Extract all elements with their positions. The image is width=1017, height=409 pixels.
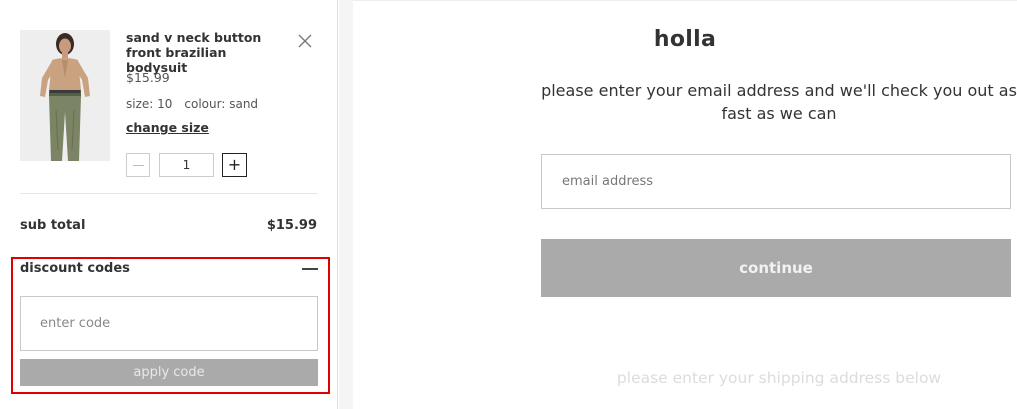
panel-gutter [339,0,353,409]
minus-icon [132,164,144,166]
highlight-box [11,257,330,394]
product-size: size: 10 [126,97,173,111]
divider [20,193,318,194]
product-colour: colour: sand [184,97,259,111]
product-photo-icon [20,30,110,161]
plus-icon: + [227,155,242,174]
change-size-link[interactable]: change size [126,120,209,135]
instructions-text: please enter your email address and we'l… [541,81,1017,123]
quantity-decrease-button[interactable] [126,153,150,177]
continue-button[interactable]: continue [541,239,1011,297]
subtotal-label: sub total [20,218,86,233]
checkout-panel: holla please enter your email address an… [353,0,1017,409]
quantity-increase-button[interactable]: + [222,153,247,177]
quantity-field[interactable]: 1 [159,153,214,177]
shipping-hint: please enter your shipping address below [616,369,942,387]
subtotal-value: $15.99 [266,218,317,233]
greeting-heading: holla [653,27,717,52]
close-icon[interactable] [296,32,314,50]
product-price: $15.99 [126,70,170,85]
product-image[interactable] [20,30,110,161]
product-name: sand v neck button front brazilian bodys… [126,30,262,75]
product-attributes: size: 10 colour: sand [126,97,258,111]
cart-summary-panel: sand v neck button front brazilian bodys… [0,0,338,409]
email-field[interactable] [541,154,1011,209]
